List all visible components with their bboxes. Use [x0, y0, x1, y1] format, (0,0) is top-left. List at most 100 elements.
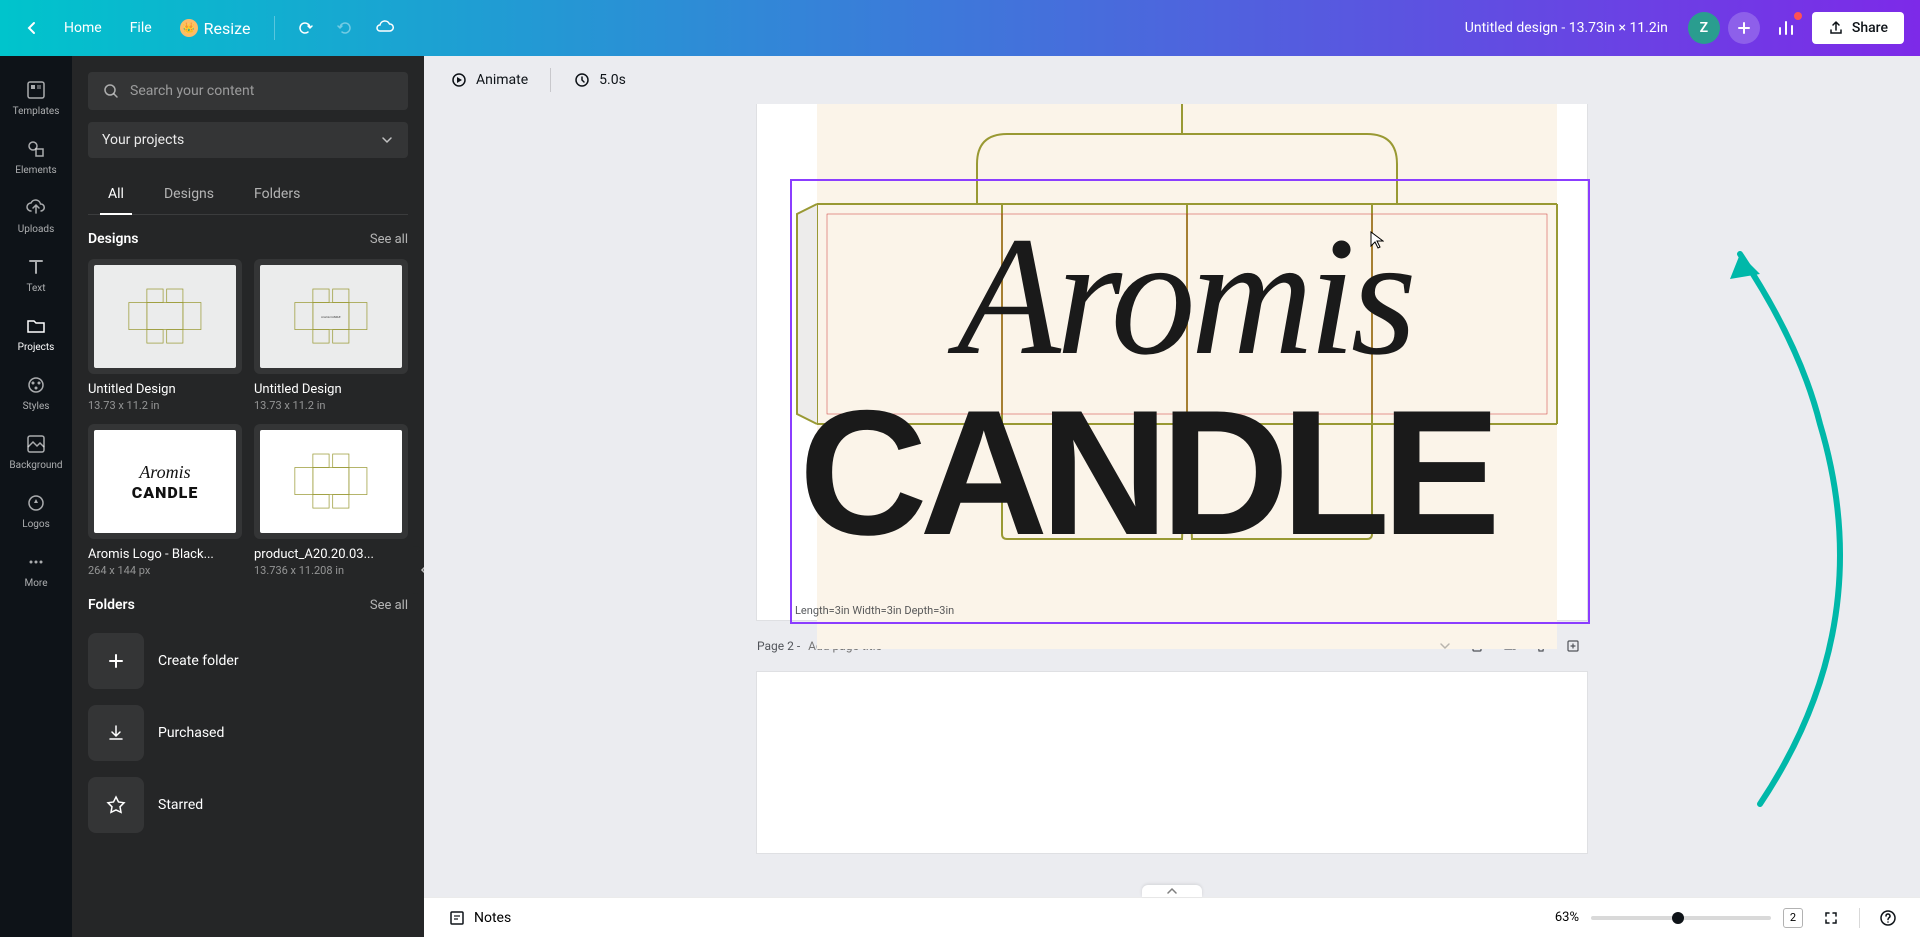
header-left: Home File 👑 Resize — [16, 10, 403, 46]
back-button[interactable] — [16, 12, 48, 44]
purchased-folder[interactable]: Purchased — [88, 697, 408, 769]
share-button[interactable]: Share — [1812, 12, 1904, 44]
resize-button[interactable]: 👑 Resize — [168, 13, 263, 44]
rail-more[interactable]: More — [0, 540, 72, 599]
fullscreen-button[interactable] — [1815, 902, 1847, 934]
folder-label: Starred — [158, 797, 203, 813]
rail-templates[interactable]: Templates — [0, 68, 72, 127]
design-dims: 13.736 x 11.208 in — [254, 564, 408, 577]
tab-all[interactable]: All — [88, 174, 144, 214]
user-avatar[interactable]: Z — [1688, 12, 1720, 44]
notes-button[interactable]: Notes — [440, 905, 519, 931]
brand-script-text[interactable]: Aromis — [957, 199, 1412, 394]
canvas-scroll[interactable]: Aromis CANDLE Length=3in Width=3in Depth… — [424, 104, 1920, 897]
projects-dropdown[interactable]: Your projects — [88, 122, 408, 158]
chevron-down-icon — [1438, 639, 1452, 653]
pages-drawer-handle[interactable] — [1142, 885, 1202, 897]
section-title: Designs — [88, 231, 138, 247]
rail-label: Styles — [23, 401, 50, 412]
page-2[interactable] — [757, 672, 1587, 853]
create-folder-button[interactable]: Create folder — [88, 625, 408, 697]
design-dims: 264 x 144 px — [88, 564, 242, 577]
designs-grid: Untitled Design 13.73 x 11.2 in Aromis C… — [88, 259, 408, 577]
home-link[interactable]: Home — [52, 12, 114, 44]
duration-label: 5.0s — [599, 72, 626, 88]
file-menu[interactable]: File — [118, 12, 164, 44]
design-card-1[interactable]: Aromis CANDLE Untitled Design 13.73 x 11… — [254, 259, 408, 412]
move-down-button[interactable] — [1431, 632, 1459, 660]
left-rail: Templates Elements Uploads Text Projects… — [0, 56, 72, 937]
rail-uploads[interactable]: Uploads — [0, 186, 72, 245]
design-name: Untitled Design — [88, 382, 242, 397]
design-thumb: Aromis CANDLE — [254, 259, 408, 374]
design-card-0[interactable]: Untitled Design 13.73 x 11.2 in — [88, 259, 242, 412]
rail-styles[interactable]: Styles — [0, 363, 72, 422]
collapse-panel-handle[interactable] — [412, 546, 424, 594]
divider — [1859, 908, 1860, 928]
plus-icon — [1737, 21, 1751, 35]
rail-label: Elements — [15, 165, 56, 176]
animate-label: Animate — [476, 72, 528, 88]
add-member-button[interactable] — [1728, 12, 1760, 44]
download-icon — [106, 723, 126, 743]
help-button[interactable] — [1872, 902, 1904, 934]
search-input[interactable] — [130, 83, 394, 99]
side-panel: Your projects All Designs Folders Design… — [72, 56, 424, 937]
expand-icon — [1823, 910, 1839, 926]
rail-elements[interactable]: Elements — [0, 127, 72, 186]
star-icon-box — [88, 777, 144, 833]
brand-block-text[interactable]: CANDLE — [799, 384, 1493, 562]
design-card-3[interactable]: product_A20.20.03... 13.736 x 11.208 in — [254, 424, 408, 577]
tab-designs[interactable]: Designs — [144, 174, 234, 214]
see-all-designs[interactable]: See all — [370, 232, 408, 247]
divider — [550, 68, 551, 92]
redo-button[interactable] — [327, 10, 363, 46]
rail-label: Projects — [18, 342, 55, 353]
rail-projects[interactable]: Projects — [0, 304, 72, 363]
dropdown-label: Your projects — [102, 132, 184, 148]
animate-icon — [450, 71, 468, 89]
folder-label: Purchased — [158, 725, 224, 741]
design-card-2[interactable]: AromisCANDLE Aromis Logo - Black... 264 … — [88, 424, 242, 577]
design-dims: 13.73 x 11.2 in — [88, 399, 242, 412]
main-layout: Templates Elements Uploads Text Projects… — [0, 56, 1920, 937]
rail-label: Templates — [13, 106, 60, 117]
folder-plus-icon-box — [88, 633, 144, 689]
search-box[interactable] — [88, 72, 408, 110]
canvas-toolbar: Animate 5.0s — [424, 56, 1920, 104]
cloud-sync-button[interactable] — [367, 10, 403, 46]
templates-icon — [24, 78, 48, 102]
more-icon — [24, 550, 48, 574]
zoom-thumb[interactable] — [1672, 912, 1684, 924]
zoom-slider[interactable] — [1591, 916, 1771, 920]
rail-label: Text — [26, 283, 45, 294]
section-title: Folders — [88, 597, 135, 613]
design-thumb: AromisCANDLE — [88, 424, 242, 539]
rail-label: Background — [9, 460, 62, 471]
design-name: product_A20.20.03... — [254, 547, 408, 562]
undo-button[interactable] — [287, 10, 323, 46]
see-all-folders[interactable]: See all — [370, 598, 408, 613]
document-title[interactable]: Untitled design - 13.73in × 11.2in — [1453, 14, 1680, 42]
design-thumb — [88, 259, 242, 374]
zoom-percentage[interactable]: 63% — [1539, 910, 1579, 925]
rail-background[interactable]: Background — [0, 422, 72, 481]
footer-left: Notes — [440, 905, 1527, 931]
tab-folders[interactable]: Folders — [234, 174, 320, 214]
animate-button[interactable]: Animate — [440, 65, 538, 95]
insights-button[interactable] — [1768, 10, 1804, 46]
crown-icon: 👑 — [180, 19, 198, 37]
footer-bar: Notes 63% 2 — [424, 897, 1920, 937]
rail-logos[interactable]: Logos — [0, 481, 72, 540]
starred-folder[interactable]: Starred — [88, 769, 408, 841]
page-count-badge[interactable]: 2 — [1783, 908, 1803, 928]
plus-icon — [106, 651, 126, 671]
design-thumb — [254, 424, 408, 539]
duration-button[interactable]: 5.0s — [563, 65, 636, 95]
svg-text:Aromis CANDLE: Aromis CANDLE — [321, 315, 341, 319]
chevron-left-icon — [419, 565, 424, 575]
page-1[interactable]: Aromis CANDLE Length=3in Width=3in Depth… — [757, 104, 1587, 620]
rail-text[interactable]: Text — [0, 245, 72, 304]
styles-icon — [24, 373, 48, 397]
annotation-arrow — [1700, 224, 1900, 824]
